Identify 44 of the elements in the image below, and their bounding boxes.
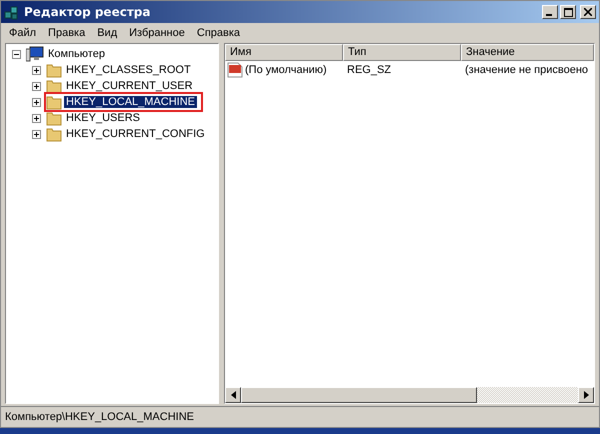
tree-item[interactable]: HKEY_CLASSES_ROOT: [64, 64, 193, 76]
menu-item[interactable]: Справка: [190, 27, 246, 39]
menu-item[interactable]: Правка: [42, 27, 92, 39]
expand-toggle[interactable]: [32, 66, 41, 74]
menu-item[interactable]: Файл: [3, 27, 42, 39]
table-cell-text: REG_SZ: [346, 64, 392, 76]
close-icon: [584, 8, 592, 16]
status-path: Компьютер\HKEY_LOCAL_MACHINE: [5, 411, 194, 423]
tree-item[interactable]: HKEY_LOCAL_MACHINE: [64, 96, 197, 108]
collapse-toggle[interactable]: [12, 50, 21, 58]
folder-icon: [46, 126, 62, 142]
menu-item[interactable]: Вид: [91, 27, 124, 39]
column-header[interactable]: Тип: [343, 44, 461, 61]
right-arrow-icon: [584, 391, 588, 399]
horizontal-scrollbar[interactable]: [225, 387, 594, 403]
column-header[interactable]: Значение: [461, 44, 594, 61]
window-title: Редактор реестра: [24, 5, 152, 19]
scroll-left-button[interactable]: [225, 387, 241, 403]
menu-item[interactable]: Избранное: [123, 27, 191, 39]
column-header[interactable]: Имя: [225, 44, 343, 61]
scroll-thumb[interactable]: [241, 387, 477, 403]
maximize-button[interactable]: [560, 5, 576, 19]
string-value-icon: [227, 62, 243, 78]
value-name: (По умолчанию): [245, 64, 327, 76]
tree-item[interactable]: HKEY_USERS: [64, 112, 142, 124]
minimize-button[interactable]: [542, 5, 558, 19]
folder-icon: [46, 94, 62, 110]
expand-toggle[interactable]: [32, 82, 41, 90]
tree-item[interactable]: Компьютер: [46, 48, 107, 60]
tree-item[interactable]: HKEY_CURRENT_CONFIG: [64, 128, 207, 140]
left-arrow-icon: [230, 391, 236, 399]
expand-toggle[interactable]: [32, 98, 41, 106]
maximize-icon: [564, 8, 572, 16]
expand-toggle[interactable]: [32, 114, 41, 122]
folder-icon: [46, 62, 62, 78]
expand-toggle[interactable]: [32, 130, 41, 138]
tree-item[interactable]: HKEY_CURRENT_USER: [64, 80, 195, 92]
scroll-right-button[interactable]: [578, 387, 594, 403]
registry-cubes-icon: [4, 4, 20, 20]
close-button[interactable]: [580, 5, 596, 19]
computer-icon: [26, 46, 44, 62]
table-cell-text: (значение не присвоено: [464, 64, 590, 76]
folder-icon: [46, 78, 62, 94]
folder-icon: [46, 110, 62, 126]
